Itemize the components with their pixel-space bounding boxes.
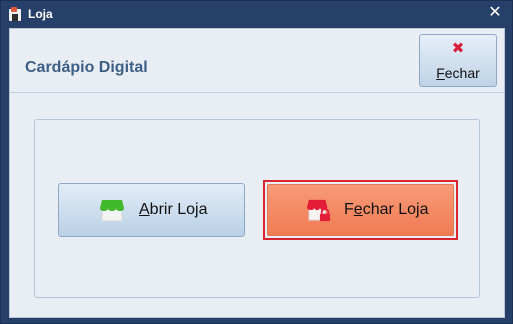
closed-store-icon [307, 199, 331, 222]
close-button[interactable]: ✖ Fechar [419, 34, 497, 87]
close-store-button[interactable]: Fechar Loja [267, 184, 454, 236]
close-store-focus-border: Fechar Loja [263, 180, 458, 240]
page-title: Cardápio Digital [25, 59, 148, 76]
open-store-label: Abrir Loja [139, 201, 208, 218]
window-title: Loja [28, 7, 53, 21]
open-store-icon [100, 200, 124, 222]
app-icon [9, 7, 21, 21]
client-area: Cardápio Digital ✖ Fechar Abrir Loja Fec… [9, 28, 505, 318]
title-bar[interactable]: Loja ✕ [1, 1, 512, 27]
window-close-icon[interactable]: ✕ [486, 4, 504, 22]
window: Loja ✕ Cardápio Digital ✖ Fechar Abrir L… [0, 0, 513, 324]
close-store-label: Fechar Loja [344, 201, 429, 218]
x-icon: ✖ [451, 40, 465, 57]
store-actions-panel: Abrir Loja Fechar Loja [34, 119, 480, 298]
header-bar: Cardápio Digital ✖ Fechar [10, 29, 504, 93]
close-button-label: Fechar [436, 65, 480, 81]
open-store-button[interactable]: Abrir Loja [58, 183, 245, 237]
